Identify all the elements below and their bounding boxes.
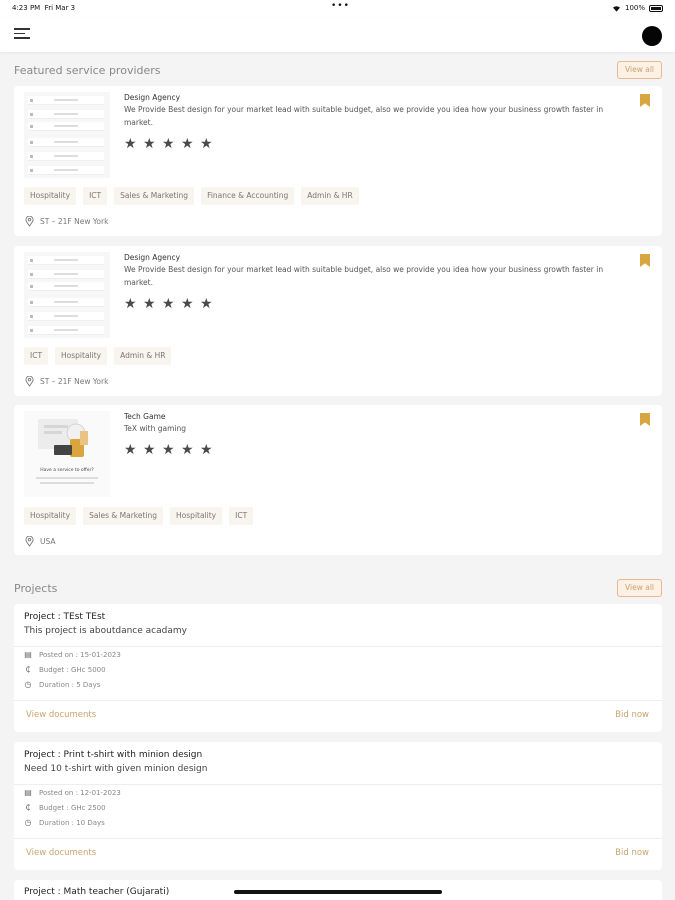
location-text: USA [40,537,56,546]
project-posted: ▤ Posted on : 15-01-2023 [24,650,121,660]
home-indicator[interactable] [234,890,442,894]
tag-list: Hospitality ICT Sales & Marketing Financ… [24,187,359,205]
calendar-icon: ▤ [24,650,32,659]
provider-info: Design Agency We Provide Best design for… [124,93,622,152]
provider-info: Design Agency We Provide Best design for… [124,253,622,312]
tag-list: ICT Hospitality Admin & HR [24,347,172,365]
project-duration: ◷ Duration : 5 Days [24,680,101,690]
project-description: Need 10 t-shirt with given minion design [24,764,208,774]
view-documents-link[interactable]: View documents [26,848,96,858]
tag[interactable]: Sales & Marketing [83,507,164,525]
location: ST – 21F New York [25,376,108,387]
tag-list: Hospitality Sales & Marketing Hospitalit… [24,507,254,525]
duration-text: Duration : 10 Days [39,819,105,827]
calendar-icon: ▤ [24,788,32,797]
projects-title: Projects [14,582,58,595]
location-pin-icon [25,216,34,227]
battery-icon [649,4,663,12]
provider-description: We Provide Best design for your market l… [124,265,604,287]
app-bar [0,18,675,52]
multitasking-dots[interactable]: ••• [331,1,350,11]
project-card[interactable]: Project : Print t-shirt with minion desi… [14,742,662,870]
rating-stars: ★ ★ ★ ★ ★ [124,136,213,152]
featured-header: Featured service providers View all [14,61,662,81]
tag[interactable]: ICT [83,187,108,205]
bid-now-link[interactable]: Bid now [615,848,649,858]
wifi-icon [612,5,620,12]
provider-name: Design Agency [124,93,181,102]
status-right: 100% [612,4,663,12]
project-card[interactable]: Project : TEst TEst This project is abou… [14,604,662,732]
tag[interactable]: Hospitality [55,347,108,365]
project-budget: ₵ Budget : GHc 5000 [24,665,106,675]
posted-text: Posted on : 12-01-2023 [39,789,121,797]
provider-info: Tech Game TeX with gaming ★ ★ ★ ★ ★ [124,412,622,458]
cedi-icon: ₵ [25,803,31,812]
status-bar: 4:23 PM Fri Mar 3 ••• 100% [0,0,675,18]
divider [14,646,662,647]
service-illustration-icon [38,419,88,457]
thumb-caption: Have a service to offer? [40,468,94,473]
tag[interactable]: Admin & HR [114,347,172,365]
battery-percent: 100% [624,4,645,12]
tag[interactable]: Hospitality [24,187,77,205]
project-duration: ◷ Duration : 10 Days [24,818,105,828]
project-title: Project : Print t-shirt with minion desi… [24,750,203,760]
location: ST – 21F New York [25,216,108,227]
provider-description: We Provide Best design for your market l… [124,105,604,127]
featured-title: Featured service providers [14,64,161,77]
project-posted: ▤ Posted on : 12-01-2023 [24,788,121,798]
project-title: Project : Math teacher (Gujarati) [24,887,170,897]
view-documents-link[interactable]: View documents [26,710,96,720]
budget-text: Budget : GHc 5000 [39,666,106,674]
bid-now-link[interactable]: Bid now [615,710,649,720]
provider-name: Design Agency [124,253,181,262]
provider-card[interactable]: Have a service to offer? Tech Game TeX w… [14,405,662,555]
project-description: This project is aboutdance acadamy [24,626,187,636]
projects-view-all-button[interactable]: View all [617,579,662,597]
rating-stars: ★ ★ ★ ★ ★ [124,296,213,312]
featured-view-all-button[interactable]: View all [617,61,662,79]
status-time: 4:23 PM Fri Mar 3 [12,4,76,12]
provider-description: TeX with gaming [124,424,186,433]
location-pin-icon [25,536,34,547]
divider [14,700,662,701]
provider-name: Tech Game [124,412,166,421]
tag[interactable]: Sales & Marketing [114,187,195,205]
location-text: ST – 21F New York [40,217,109,226]
location-text: ST – 21F New York [40,377,109,386]
tag[interactable]: ICT [24,347,49,365]
provider-thumbnail [24,252,110,338]
rating-stars: ★ ★ ★ ★ ★ [124,442,213,458]
tag[interactable]: Hospitality [170,507,223,525]
tag[interactable]: Admin & HR [301,187,359,205]
divider [14,838,662,839]
provider-card[interactable]: Design Agency We Provide Best design for… [14,86,662,236]
project-budget: ₵ Budget : GHc 2500 [24,803,106,813]
tag[interactable]: Hospitality [24,507,77,525]
bookmark-icon[interactable] [640,254,650,267]
tag[interactable]: Finance & Accounting [201,187,295,205]
clock-icon: ◷ [24,818,32,827]
provider-thumbnail [24,92,110,178]
provider-card[interactable]: Design Agency We Provide Best design for… [14,246,662,396]
location: USA [25,536,56,547]
hamburger-menu-icon[interactable] [14,28,30,42]
bookmark-icon[interactable] [640,413,650,426]
budget-text: Budget : GHc 2500 [39,804,106,812]
avatar[interactable] [642,26,662,46]
projects-header: Projects View all [14,579,662,599]
clock-icon: ◷ [24,680,32,689]
location-pin-icon [25,376,34,387]
tag[interactable]: ICT [229,507,254,525]
project-title: Project : TEst TEst [24,612,106,622]
divider [14,784,662,785]
bookmark-icon[interactable] [640,94,650,107]
posted-text: Posted on : 15-01-2023 [39,651,121,659]
duration-text: Duration : 5 Days [39,681,101,689]
cedi-icon: ₵ [25,665,31,674]
provider-thumbnail: Have a service to offer? [24,411,110,497]
